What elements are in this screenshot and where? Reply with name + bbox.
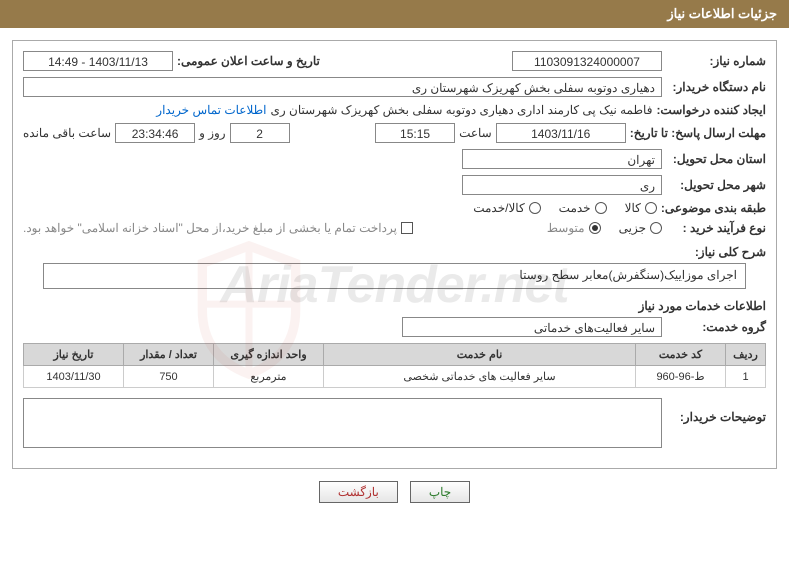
group-label: گروه خدمت: [666, 320, 766, 334]
main-panel: شماره نیاز: 1103091324000007 تاریخ و ساع… [12, 40, 777, 469]
th-unit: واحد اندازه گیری [214, 344, 324, 366]
buyer-contact-link[interactable]: اطلاعات تماس خریدار [156, 103, 266, 117]
cell-code: ط-96-960 [636, 366, 726, 388]
deadline-time-field: 15:15 [375, 123, 455, 143]
th-date: تاریخ نیاز [24, 344, 124, 366]
row-need-number: شماره نیاز: 1103091324000007 تاریخ و ساع… [23, 51, 766, 71]
cell-qty: 750 [124, 366, 214, 388]
days-remaining-field: 2 [230, 123, 290, 143]
radio-icon [589, 222, 601, 234]
radio-service-label: خدمت [559, 201, 591, 215]
process-radio-group: جزیی متوسط [547, 221, 662, 235]
creator-value: فاطمه نیک پی کارمند اداری دهیاری دوتوبه … [271, 103, 653, 117]
deadline-date-field: 1403/11/16 [496, 123, 626, 143]
cell-date: 1403/11/30 [24, 366, 124, 388]
city-field: ری [462, 175, 662, 195]
th-name: نام خدمت [324, 344, 636, 366]
announce-field: 1403/11/13 - 14:49 [23, 51, 173, 71]
radio-goods-service[interactable]: کالا/خدمت [473, 201, 540, 215]
row-buyer: نام دستگاه خریدار: دهیاری دوتوبه سفلی بخ… [23, 77, 766, 97]
services-table: ردیف کد خدمت نام خدمت واحد اندازه گیری ت… [23, 343, 766, 388]
radio-icon [645, 202, 657, 214]
creator-label: ایجاد کننده درخواست: [656, 103, 766, 117]
announce-label: تاریخ و ساعت اعلان عمومی: [177, 54, 320, 68]
deadline-label: مهلت ارسال پاسخ: تا تاریخ: [630, 126, 766, 140]
th-qty: تعداد / مقدار [124, 344, 214, 366]
buyer-field: دهیاری دوتوبه سفلی بخش کهریزک شهرستان ری [23, 77, 662, 97]
desc-text: اجرای موزاییک(سنگفرش)معابر سطح روستا [519, 268, 737, 282]
group-field: سایر فعالیت‌های خدماتی [402, 317, 662, 337]
radio-icon [650, 222, 662, 234]
province-field: تهران [462, 149, 662, 169]
time-remaining-field: 23:34:46 [115, 123, 195, 143]
page-title: جزئیات اطلاعات نیاز [667, 6, 777, 21]
category-radio-group: کالا خدمت کالا/خدمت [473, 201, 657, 215]
desc-label: شرح کلی نیاز: [23, 245, 766, 259]
desc-box: اجرای موزاییک(سنگفرش)معابر سطح روستا [43, 263, 746, 289]
treasury-note: پرداخت تمام یا بخشی از مبلغ خرید،از محل … [23, 221, 397, 235]
treasury-checkbox[interactable] [401, 222, 413, 234]
page-header: جزئیات اطلاعات نیاز [0, 0, 789, 28]
table-row: 1 ط-96-960 سایر فعالیت های خدماتی شخصی م… [24, 366, 766, 388]
row-creator: ایجاد کننده درخواست: فاطمه نیک پی کارمند… [23, 103, 766, 117]
th-code: کد خدمت [636, 344, 726, 366]
need-number-field: 1103091324000007 [512, 51, 662, 71]
footer-buttons: چاپ بازگشت [0, 481, 789, 503]
radio-medium-label: متوسط [547, 221, 585, 235]
row-province: استان محل تحویل: تهران [23, 149, 766, 169]
radio-service[interactable]: خدمت [559, 201, 607, 215]
time-label: ساعت [459, 126, 492, 140]
radio-icon [595, 202, 607, 214]
remaining-label: ساعت باقی مانده [23, 126, 111, 140]
province-label: استان محل تحویل: [666, 152, 766, 166]
row-service-group: گروه خدمت: سایر فعالیت‌های خدماتی [23, 317, 766, 337]
table-header-row: ردیف کد خدمت نام خدمت واحد اندازه گیری ت… [24, 344, 766, 366]
radio-goods-label: کالا [625, 201, 641, 215]
radio-medium[interactable]: متوسط [547, 221, 601, 235]
cell-idx: 1 [726, 366, 766, 388]
row-process: نوع فرآیند خرید : جزیی متوسط پرداخت تمام… [23, 221, 766, 235]
cell-unit: مترمربع [214, 366, 324, 388]
day-and-label: روز و [199, 126, 226, 140]
row-deadline: مهلت ارسال پاسخ: تا تاریخ: 1403/11/16 سا… [23, 123, 766, 143]
buyer-label: نام دستگاه خریدار: [666, 80, 766, 94]
city-label: شهر محل تحویل: [666, 178, 766, 192]
radio-minor[interactable]: جزیی [619, 221, 662, 235]
radio-goods-service-label: کالا/خدمت [473, 201, 524, 215]
buyer-notes-box [23, 398, 662, 448]
row-buyer-notes: توضیحات خریدار: [23, 394, 766, 452]
buyer-notes-label: توضیحات خریدار: [666, 410, 766, 424]
cell-name: سایر فعالیت های خدماتی شخصی [324, 366, 636, 388]
radio-goods[interactable]: کالا [625, 201, 657, 215]
print-button[interactable]: چاپ [410, 481, 470, 503]
need-number-label: شماره نیاز: [666, 54, 766, 68]
radio-minor-label: جزیی [619, 221, 646, 235]
radio-icon [529, 202, 541, 214]
back-button[interactable]: بازگشت [319, 481, 398, 503]
row-category: طبقه بندی موضوعی: کالا خدمت کالا/خدمت [23, 201, 766, 215]
services-section-title: اطلاعات خدمات مورد نیاز [23, 299, 766, 313]
category-label: طبقه بندی موضوعی: [661, 201, 766, 215]
process-label: نوع فرآیند خرید : [666, 221, 766, 235]
th-idx: ردیف [726, 344, 766, 366]
row-city: شهر محل تحویل: ری [23, 175, 766, 195]
